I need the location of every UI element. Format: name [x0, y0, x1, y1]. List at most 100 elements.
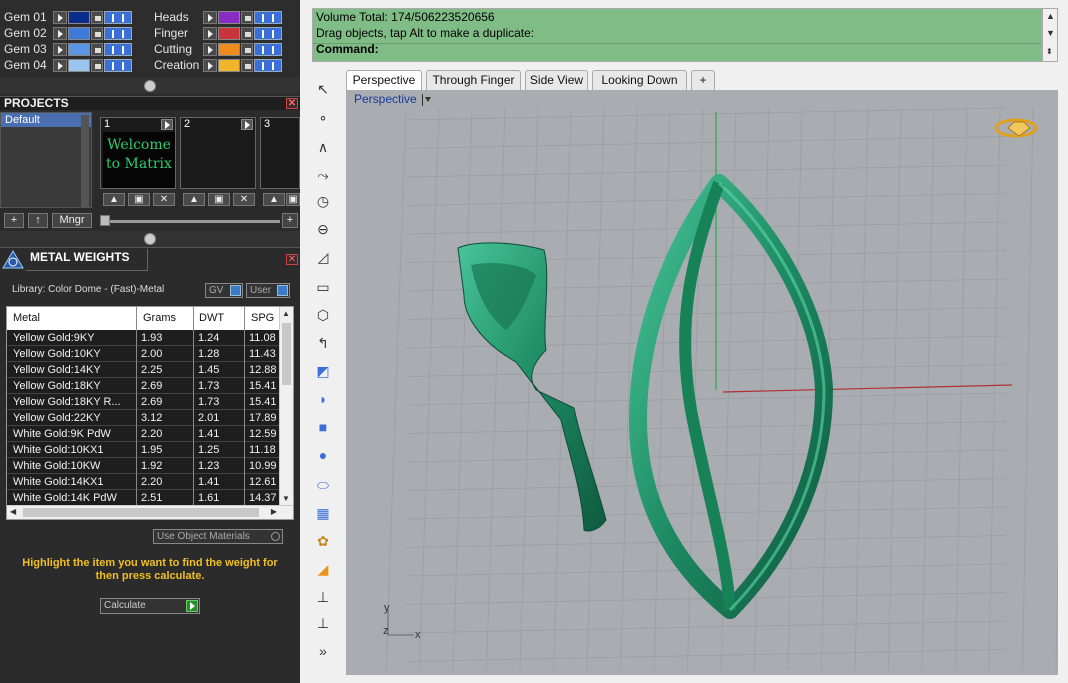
project-manager-button[interactable]: Mngr [52, 213, 92, 228]
slot-play-icon[interactable] [161, 119, 173, 130]
calculate-button[interactable]: Calculate [100, 598, 200, 614]
perspective-viewport[interactable]: y z x Perspective [346, 90, 1058, 675]
cylinder-icon[interactable]: ⬭ [311, 474, 335, 496]
fillet-icon[interactable]: ↰ [311, 332, 335, 354]
ellipse-icon[interactable]: ⊖ [311, 218, 335, 240]
slot-save-icon[interactable]: ▣ [128, 193, 150, 206]
tab-through-finger[interactable]: Through Finger [426, 70, 521, 90]
lock-icon[interactable] [91, 42, 103, 56]
close-projects-icon[interactable]: ✕ [286, 98, 298, 109]
table-row[interactable]: Yellow Gold:10KY 2.00 1.28 11.43 [7, 346, 279, 362]
scroll-down-icon[interactable]: ▼ [1046, 28, 1055, 38]
surface-icon[interactable]: ◩ [311, 360, 335, 382]
layer-visibility-icon[interactable] [254, 26, 282, 40]
command-scrollbar[interactable]: ▲ ▼ ⬍ [1042, 8, 1058, 62]
project-slot-1[interactable]: 1 Welcome to Matrix [100, 117, 176, 189]
dimension-icon[interactable]: ⊥ [311, 586, 335, 608]
layer-visibility-icon[interactable] [104, 42, 132, 56]
add-tab-button[interactable]: + [691, 70, 715, 90]
layer-play-icon[interactable] [203, 10, 217, 24]
lock-icon[interactable] [91, 26, 103, 40]
column-header-grams[interactable]: Grams [143, 312, 176, 324]
metal-weights-table[interactable]: Metal Grams DWT SPG Yellow Gold:9KY 1.93 1… [6, 306, 294, 520]
lock-icon[interactable] [91, 10, 103, 24]
tab-side-view[interactable]: Side View [525, 70, 588, 90]
loft-icon[interactable]: ◗ [311, 388, 335, 410]
layer-color-swatch[interactable] [218, 42, 240, 56]
layer-row[interactable]: Gem 01 [0, 9, 132, 25]
layer-color-swatch[interactable] [218, 58, 240, 72]
layer-name[interactable]: Gem 01 [0, 10, 52, 24]
table-vertical-scrollbar[interactable]: ▲ ▼ [279, 307, 293, 505]
column-header-metal[interactable]: Metal [13, 312, 40, 324]
zoom-slider[interactable] [104, 220, 280, 223]
table-row[interactable]: White Gold:14K PdW 2.51 1.61 14.37 [7, 490, 279, 506]
project-slot-3[interactable]: 3 [260, 117, 300, 189]
sphere-icon[interactable]: ● [311, 444, 335, 466]
layer-play-icon[interactable] [53, 26, 67, 40]
layer-row[interactable]: Creation [150, 57, 282, 73]
slot-upload-icon[interactable]: ▲ [263, 193, 285, 206]
layer-visibility-icon[interactable] [104, 58, 132, 72]
add-project-button[interactable]: + [4, 213, 24, 228]
layer-visibility-icon[interactable] [254, 10, 282, 24]
lock-icon[interactable] [241, 26, 253, 40]
scroll-up-icon[interactable]: ▲ [1046, 11, 1055, 21]
layer-name[interactable]: Gem 03 [0, 42, 52, 56]
use-object-materials-toggle[interactable]: Use Object Materials [153, 529, 283, 544]
user-toggle[interactable]: User [246, 283, 290, 298]
close-metal-weights-icon[interactable]: ✕ [286, 254, 298, 265]
scroll-right-icon[interactable]: ▶ [271, 507, 277, 516]
column-header-spg[interactable]: SPG [251, 312, 274, 324]
gv-toggle[interactable]: GV [205, 283, 243, 298]
table-horizontal-scrollbar[interactable]: ◀ ▶ [7, 505, 293, 519]
upload-project-button[interactable]: ↑ [28, 213, 48, 228]
circle-icon[interactable]: ◷ [311, 190, 335, 212]
layer-play-icon[interactable] [53, 58, 67, 72]
project-list[interactable]: Default [0, 112, 92, 208]
rectangle-icon[interactable]: ▭ [311, 276, 335, 298]
curve-icon[interactable]: ⤳ [311, 164, 335, 186]
layer-play-icon[interactable] [203, 58, 217, 72]
gear-icon[interactable]: ✿ [311, 530, 335, 552]
layer-color-swatch[interactable] [218, 26, 240, 40]
viewport-menu-icon[interactable] [422, 94, 432, 106]
layer-row[interactable]: Gem 03 [0, 41, 132, 57]
slot-delete-icon[interactable]: ✕ [233, 193, 255, 206]
scroll-up-icon[interactable]: ▲ [282, 309, 290, 318]
lock-icon[interactable] [241, 10, 253, 24]
layer-play-icon[interactable] [203, 42, 217, 56]
scroll-left-icon[interactable]: ◀ [10, 507, 16, 516]
zoom-slider-thumb[interactable] [100, 215, 110, 226]
layer-name[interactable]: Creation [150, 58, 202, 72]
layer-color-swatch[interactable] [68, 42, 90, 56]
layer-row[interactable]: Cutting [150, 41, 282, 57]
box-icon[interactable]: ■ [311, 416, 335, 438]
layer-visibility-icon[interactable] [104, 10, 132, 24]
slot-upload-icon[interactable]: ▲ [183, 193, 205, 206]
table-row[interactable]: Yellow Gold:14KY 2.25 1.45 12.88 [7, 362, 279, 378]
collapse-chevron-icon[interactable] [144, 233, 156, 245]
project-slot-2[interactable]: 2 [180, 117, 256, 189]
slot-save-icon[interactable]: ▣ [286, 193, 300, 206]
slot-upload-icon[interactable]: ▲ [103, 193, 125, 206]
layer-color-swatch[interactable] [68, 58, 90, 72]
table-row[interactable]: White Gold:10KW 1.92 1.23 10.99 [7, 458, 279, 474]
layer-visibility-icon[interactable] [254, 42, 282, 56]
table-row[interactable]: White Gold:10KX1 1.95 1.25 11.18 [7, 442, 279, 458]
layer-row[interactable]: Gem 04 [0, 57, 132, 73]
layer-color-swatch[interactable] [68, 26, 90, 40]
zoom-plus-button[interactable]: + [282, 213, 298, 228]
layer-play-icon[interactable] [53, 10, 67, 24]
table-row[interactable]: Yellow Gold:18KY R... 2.69 1.73 15.41 [7, 394, 279, 410]
slot-save-icon[interactable]: ▣ [208, 193, 230, 206]
measure-icon[interactable]: ⊥ [311, 612, 335, 634]
layer-play-icon[interactable] [203, 26, 217, 40]
layer-name[interactable]: Gem 02 [0, 26, 52, 40]
project-list-scrollbar[interactable] [81, 115, 89, 207]
tab-perspective[interactable]: Perspective [346, 70, 422, 90]
collapse-chevron-icon[interactable] [144, 80, 156, 92]
lock-icon[interactable] [91, 58, 103, 72]
layer-visibility-icon[interactable] [254, 58, 282, 72]
gem-icon[interactable]: ◢ [311, 558, 335, 580]
